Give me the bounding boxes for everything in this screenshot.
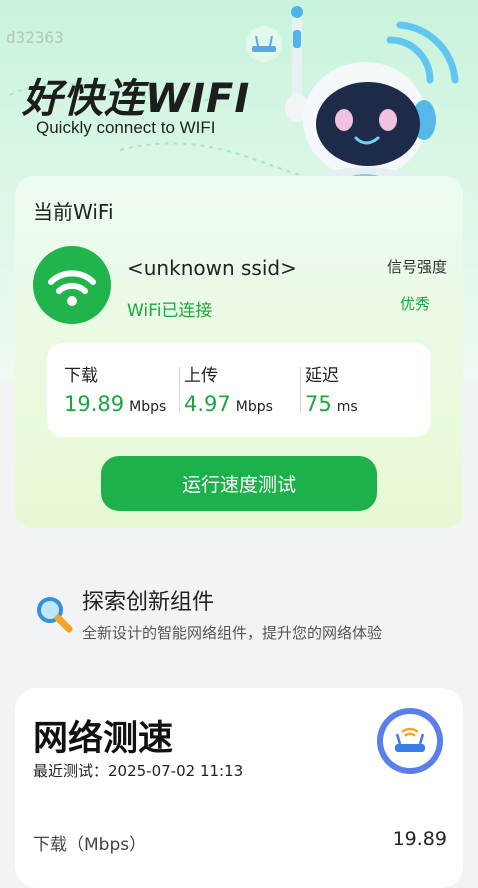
download-value: 19.89 — [64, 392, 125, 416]
upload-label: 上传 — [184, 366, 218, 386]
robot-illustration — [246, 6, 459, 190]
search-icon — [37, 597, 73, 633]
wifi-icon — [48, 270, 96, 306]
brand-subtitle: Quickly connect to WIFI — [36, 118, 216, 137]
stat-divider — [179, 367, 180, 413]
download-stat: 下载 19.89 Mbps — [64, 361, 166, 421]
latency-label: 延迟 — [305, 366, 339, 386]
download-unit: Mbps — [129, 399, 167, 415]
run-speed-test-button[interactable]: 运行速度测试 — [101, 456, 377, 511]
explore-title: 探索创新组件 — [82, 590, 215, 615]
speed-stats-panel: 下载 19.89 Mbps 上传 4.97 Mbps 延迟 75 ms — [47, 343, 431, 437]
network-speed-card[interactable]: 网络测速 最近测试：2025-07-02 11:13 下载（Mbps） 19.8… — [15, 688, 463, 888]
wifi-status-badge — [33, 246, 111, 324]
card-title: 当前WiFi — [33, 200, 114, 224]
wifi-connection-status: WiFi已连接 — [127, 301, 213, 321]
upload-unit: Mbps — [235, 399, 273, 415]
router-icon[interactable] — [375, 706, 445, 776]
signal-strength-value: 优秀 — [399, 295, 430, 313]
upload-value: 4.97 — [184, 392, 231, 416]
download-label: 下载 — [64, 366, 98, 386]
download-mbps-value: 19.89 — [392, 828, 447, 850]
latency-stat: 延迟 75 ms — [305, 361, 358, 421]
current-wifi-card: 当前WiFi <unknown ssid> WiFi已连接 信号强度 优秀 下载… — [15, 176, 463, 528]
signal-strength-label: 信号强度 — [386, 258, 447, 276]
download-mbps-label: 下载（Mbps） — [33, 835, 147, 855]
upload-stat: 上传 4.97 Mbps — [184, 361, 273, 421]
latency-value: 75 — [305, 392, 332, 416]
speed-card-title: 网络测速 — [33, 719, 174, 759]
brand-title: 好快连WIFI — [22, 76, 251, 122]
stat-divider — [300, 367, 301, 413]
watermark: d32363 — [6, 28, 64, 47]
latency-unit: ms — [336, 399, 358, 415]
explore-components-entry[interactable]: 探索创新组件 全新设计的智能网络组件，提升您的网络体验 — [34, 580, 454, 650]
wifi-ssid: <unknown ssid> — [127, 256, 297, 280]
last-test-time: 最近测试：2025-07-02 11:13 — [33, 762, 244, 780]
explore-subtitle: 全新设计的智能网络组件，提升您的网络体验 — [82, 624, 383, 642]
